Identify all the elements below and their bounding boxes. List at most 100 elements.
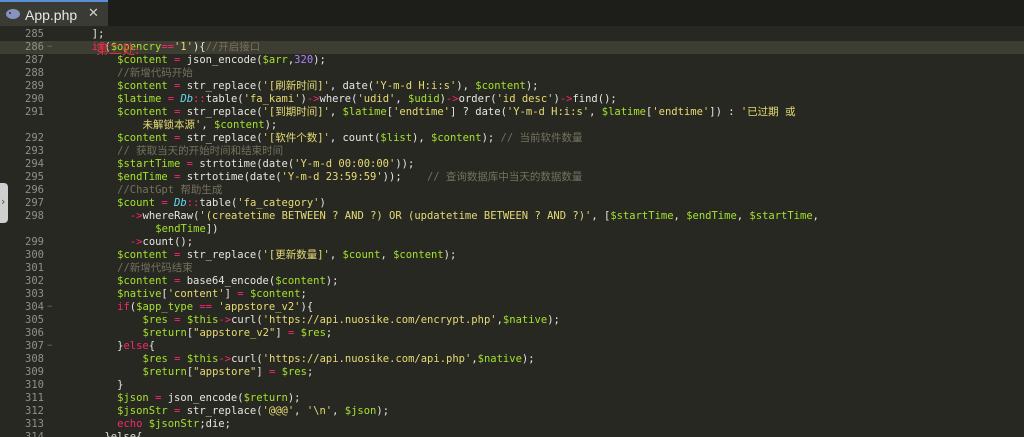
code-line[interactable]: 294 $startTime = strtotime(date('Y-m-d 00…	[0, 158, 1024, 171]
code-line[interactable]: 303 $native['content'] = $content;	[0, 288, 1024, 301]
code-token: =	[167, 132, 187, 144]
code-token: );	[443, 249, 457, 261]
code-line[interactable]: 309 $return["appstore"] = $res;	[0, 366, 1024, 379]
line-number: 309	[25, 366, 44, 378]
code-token: $latime	[342, 106, 387, 118]
code-token: str_replace(	[186, 249, 263, 261]
code-text: ->whereRaw('(createtime BETWEEN ? AND ?)…	[130, 210, 819, 223]
code-line[interactable]: 308 $res = $this->curl('https://api.nuosi…	[0, 353, 1024, 366]
code-text: if($app_type == 'appstore_v2'){	[117, 301, 313, 314]
code-line[interactable]: 291 $content = str_replace('[到期时间]', $lat…	[0, 106, 1024, 119]
code-text: $endTime = strtotime(date('Y-m-d 23:59:5…	[117, 171, 582, 184]
code-token: 未解锁本源'	[142, 119, 202, 131]
code-token: if	[117, 301, 130, 313]
code-token: '[到期时间]'	[262, 106, 330, 118]
code-token: }else{	[104, 431, 143, 437]
annotation-label: 第二处:	[96, 43, 140, 58]
code-text: $native['content'] = $content;	[117, 288, 307, 301]
code-token: $content	[117, 275, 168, 287]
code-token: ,	[736, 210, 750, 222]
line-number: 304	[25, 301, 44, 313]
code-text: //新增代码开始	[117, 67, 193, 80]
code-token: "appstore_v2"	[193, 327, 276, 339]
code-token: $endTime	[686, 210, 737, 222]
php-elephant-icon	[6, 9, 20, 19]
code-line[interactable]: 314 }else{	[0, 431, 1024, 437]
code-token: echo	[117, 418, 149, 430]
code-line[interactable]: $endTime])	[0, 223, 1024, 236]
code-line[interactable]: 301 //新增代码结束	[0, 262, 1024, 275]
code-token: =	[167, 80, 187, 92]
code-text: $return["appstore_v2"] = $res;	[143, 327, 333, 340]
code-line[interactable]: 292 $content = str_replace('[软件个数]', coun…	[0, 132, 1024, 145]
code-token: $content	[275, 275, 326, 287]
code-text: //新增代码结束	[117, 262, 193, 275]
code-line[interactable]: 295 $endTime = strtotime(date('Y-m-d 23:5…	[0, 171, 1024, 184]
code-line[interactable]: 300 $content = str_replace('[更新数量]', $cou…	[0, 249, 1024, 262]
code-line[interactable]: 302 $content = base64_encode($content);	[0, 275, 1024, 288]
code-line[interactable]: 287 $content = json_encode($arr,320);	[0, 54, 1024, 67]
code-text: $count = Db::table('fa_category')	[117, 197, 326, 210]
code-token: $startTime	[117, 158, 181, 170]
side-panel-toggle[interactable]: ›	[0, 183, 8, 223]
code-text: $content = str_replace('[到期时间]', $latime…	[117, 106, 795, 119]
code-line[interactable]: 297 $count = Db::table('fa_category')	[0, 197, 1024, 210]
code-token: );	[313, 54, 326, 66]
code-token: //新增代码开始	[117, 67, 193, 79]
code-line[interactable]: 298 ->whereRaw('(createtime BETWEEN ? AND…	[0, 210, 1024, 223]
line-number: 303	[25, 288, 44, 300]
code-token: $count	[117, 197, 156, 209]
code-token: 'https://api.nuosike.com/encrypt.php'	[262, 314, 497, 326]
code-token: //开启接口	[205, 41, 261, 53]
code-token: ;	[306, 366, 314, 378]
code-line[interactable]: 288 //新增代码开始	[0, 67, 1024, 80]
code-text: $content = str_replace('[软件个数]', count($…	[117, 132, 582, 145]
line-number: 312	[25, 405, 44, 417]
code-area[interactable]: 285]; 286− if($opencry=='1'){//开启接口 287 $con…	[0, 26, 1024, 437]
code-line[interactable]: 310}	[0, 379, 1024, 392]
code-token: strtotime(date(	[199, 158, 295, 170]
code-line[interactable]: 289 $content = str_replace('[刷新时间]', date…	[0, 80, 1024, 93]
code-token: $latime	[117, 93, 162, 105]
code-token: $endTime	[155, 223, 206, 235]
code-token: table(	[199, 197, 238, 209]
code-line[interactable]: 305 $res = $this->curl('https://api.nuosi…	[0, 314, 1024, 327]
code-token: $native	[477, 353, 522, 365]
code-line[interactable]: 290 $latime = Db::table('fa_kami')->where…	[0, 93, 1024, 106]
code-line[interactable]: 307−}else{	[0, 340, 1024, 353]
code-token: $endTime	[117, 171, 168, 183]
code-line[interactable]: 306 $return["appstore_v2"] = $res;	[0, 327, 1024, 340]
line-number: 314	[25, 431, 44, 437]
code-line[interactable]: 285];	[0, 28, 1024, 41]
code-line[interactable]: 未解锁本源', $content);	[0, 119, 1024, 132]
code-line[interactable]: 313 echo $jsonStr;die;	[0, 418, 1024, 431]
code-line[interactable]: 311 $json = json_encode($return);	[0, 392, 1024, 405]
code-line[interactable]: 286− if($opencry=='1'){//开启接口	[0, 41, 1024, 54]
code-token: $content	[393, 249, 444, 261]
code-token: '[更新数量]'	[262, 249, 330, 261]
code-line[interactable]: 293 // 获取当天的开始时间和结束时间	[0, 145, 1024, 158]
code-token: $this	[186, 353, 219, 365]
code-token: // 当前软件数量	[500, 132, 583, 144]
code-line[interactable]: 299 ->count();	[0, 236, 1024, 249]
code-token: // 查询数据库中当天的数据数量	[426, 171, 583, 183]
code-line[interactable]: 304− if($app_type == 'appstore_v2'){	[0, 301, 1024, 314]
code-line[interactable]: 296//ChatGpt 帮助生成	[0, 184, 1024, 197]
code-token: $app_type	[136, 301, 194, 313]
code-token: ,	[395, 93, 409, 105]
code-line[interactable]: 312 $jsonStr = str_replace('@@@', '\n', $…	[0, 405, 1024, 418]
line-number: 286	[25, 41, 44, 53]
fold-toggle-icon[interactable]: −	[47, 301, 52, 314]
code-token: 'https://api.nuosike.com/api.php'	[262, 353, 472, 365]
tab-close-button[interactable]: ✕	[88, 5, 99, 23]
code-token: "appstore"	[193, 366, 257, 378]
code-token: =	[167, 353, 187, 365]
tab-app-php[interactable]: App.php ✕	[0, 0, 108, 26]
fold-toggle-icon[interactable]: −	[47, 41, 52, 54]
code-token: $content	[214, 119, 265, 131]
line-number: 290	[25, 93, 44, 105]
code-token: 'appstore_v2'	[218, 301, 301, 313]
code-token: , count(	[329, 132, 381, 144]
fold-toggle-icon[interactable]: −	[47, 340, 52, 353]
code-token: 'udid'	[357, 93, 396, 105]
